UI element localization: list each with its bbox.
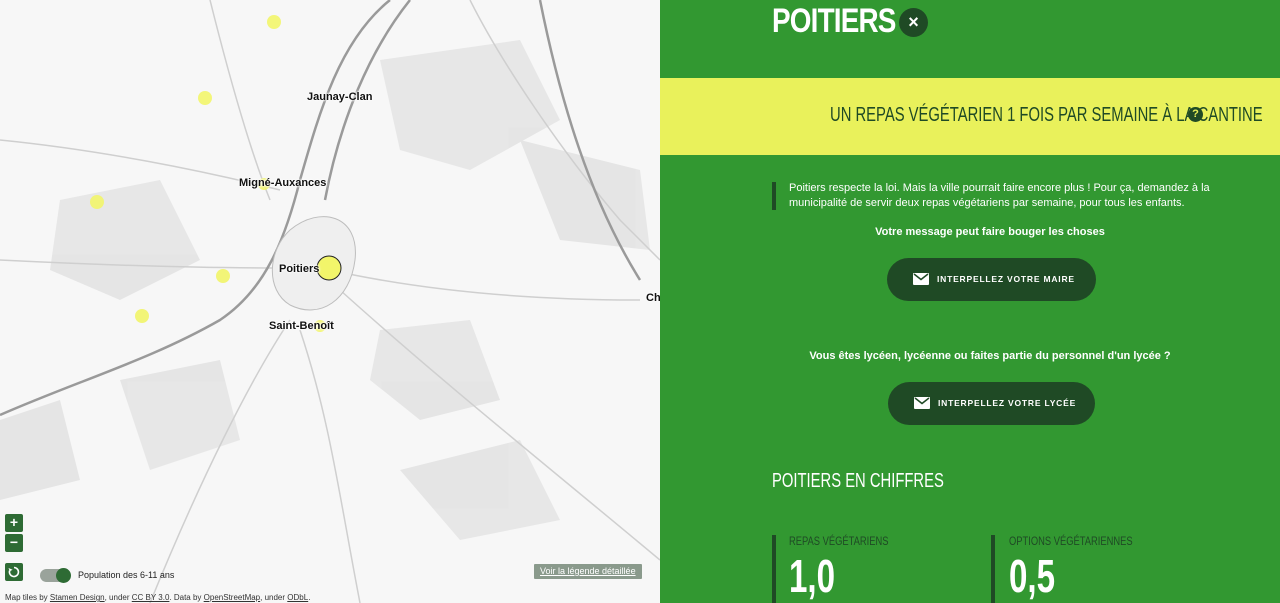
contact-mayor-label: INTERPELLEZ VOTRE MAIRE xyxy=(937,274,1075,284)
map[interactable]: Jaunay-Clan Migné-Auxances Poitiers Sain… xyxy=(0,0,660,603)
stat-label: OPTIONS VÉGÉTARIENNES xyxy=(1009,534,1133,548)
place-label: Ch xyxy=(646,292,660,304)
policy-banner: UN REPAS VÉGÉTARIEN 1 FOIS PAR SEMAINE À… xyxy=(660,78,1280,155)
place-label: Poitiers xyxy=(279,263,320,275)
place-label: Jaunay-Clan xyxy=(307,91,373,103)
stat-bar xyxy=(772,535,776,603)
quote-bar xyxy=(772,182,776,210)
attribution-text: , under xyxy=(104,593,132,602)
attribution-text: . Data by xyxy=(169,593,204,602)
attribution-text: . xyxy=(308,593,311,602)
toggle-knob xyxy=(56,568,71,583)
city-panel: POITIERS × UN REPAS VÉGÉTARIEN 1 FOIS PA… xyxy=(660,0,1280,603)
envelope-icon xyxy=(914,397,930,409)
stat-label: REPAS VÉGÉTARIENS xyxy=(789,534,889,548)
city-title: POITIERS xyxy=(772,2,896,40)
toggle-label: Population des 6-11 ans xyxy=(78,570,175,580)
school-question: Vous êtes lycéen, lycéenne ou faites par… xyxy=(809,350,1171,362)
envelope-icon xyxy=(913,273,929,285)
help-icon[interactable]: ? xyxy=(1188,107,1203,122)
attribution-text: , under xyxy=(260,593,288,602)
close-icon: × xyxy=(908,12,919,32)
detailed-legend-link[interactable]: Voir la légende détaillée xyxy=(534,564,642,579)
contact-mayor-button[interactable]: INTERPELLEZ VOTRE MAIRE xyxy=(887,258,1096,301)
quote-text: Poitiers respecte la loi. Mais la ville … xyxy=(789,182,1210,209)
contact-school-button[interactable]: INTERPELLEZ VOTRE LYCÉE xyxy=(888,382,1095,425)
osm-link[interactable]: OpenStreetMap xyxy=(204,593,260,602)
map-attribution: Map tiles by Stamen Design, under CC BY … xyxy=(5,593,310,602)
contact-school-label: INTERPELLEZ VOTRE LYCÉE xyxy=(938,398,1077,408)
ccby-link[interactable]: CC BY 3.0 xyxy=(132,593,170,602)
zoom-out-button[interactable]: − xyxy=(5,534,23,552)
place-label: Saint-Benoît xyxy=(269,320,334,332)
stat-value: 1,0 xyxy=(789,550,836,602)
reset-view-button[interactable] xyxy=(5,563,23,581)
stamen-link[interactable]: Stamen Design xyxy=(50,593,105,602)
message-title: Votre message peut faire bouger les chos… xyxy=(875,226,1105,238)
reset-icon xyxy=(8,566,20,578)
zoom-in-button[interactable]: + xyxy=(5,514,23,532)
stat-bar xyxy=(991,535,995,603)
close-button[interactable]: × xyxy=(899,8,928,37)
population-toggle[interactable] xyxy=(40,568,71,583)
figures-title: POITIERS EN CHIFFRES xyxy=(772,470,944,492)
place-label: Migné-Auxances xyxy=(239,177,327,189)
attribution-text: Map tiles by xyxy=(5,593,50,602)
odbl-link[interactable]: ODbL xyxy=(287,593,308,602)
stat-value: 0,5 xyxy=(1009,550,1056,602)
